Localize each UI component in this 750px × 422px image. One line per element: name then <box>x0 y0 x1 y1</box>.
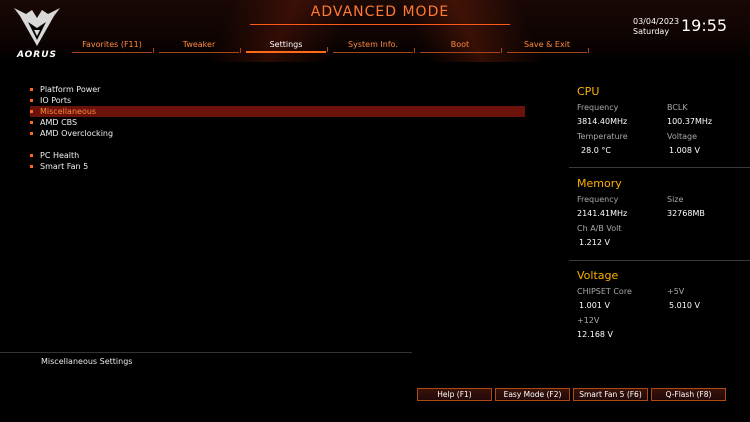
cpu-voltage-label: Voltage <box>667 132 698 141</box>
p5v-label: +5V <box>667 287 685 296</box>
mode-title: ADVANCED MODE <box>250 0 510 25</box>
menu-item-label: Miscellaneous <box>40 107 97 116</box>
tab-settings[interactable]: Settings <box>246 38 328 53</box>
divider <box>569 260 750 261</box>
bullet-icon <box>30 165 33 168</box>
cpu-title: CPU <box>577 85 600 98</box>
menu-item-label: Platform Power <box>40 85 101 94</box>
chipset-core-value: 1.001 V <box>579 301 610 310</box>
menu-item-smart-fan[interactable]: Smart Fan 5 <box>30 161 525 172</box>
menu-item-miscellaneous[interactable]: Miscellaneous <box>30 106 525 117</box>
tab-save-exit[interactable]: Save & Exit <box>507 38 589 53</box>
chipset-core-label: CHIPSET Core <box>577 287 632 296</box>
voltage-title: Voltage <box>577 269 619 282</box>
header-bar: AORUS ADVANCED MODE 03/04/2023 Saturday … <box>0 0 750 62</box>
menu-item-label: AMD Overclocking <box>40 129 114 138</box>
logo-text: AORUS <box>16 50 58 60</box>
bullet-icon <box>30 110 33 113</box>
description-divider <box>0 352 412 353</box>
tab-favorites[interactable]: Favorites (F11) <box>72 38 154 53</box>
menu-item-io-ports[interactable]: IO Ports <box>30 95 525 106</box>
day-text: Saturday <box>633 27 670 36</box>
cpu-frequency-label: Frequency <box>577 103 619 112</box>
qflash-button[interactable]: Q-Flash (F8) <box>651 388 726 401</box>
memory-section: Memory Frequency Size 2141.41MHz 32768MB… <box>569 176 750 256</box>
divider <box>569 167 750 168</box>
cpu-bclk-label: BCLK <box>667 103 688 112</box>
memory-volt-value: 1.212 V <box>579 238 610 247</box>
bullet-icon <box>30 121 33 124</box>
menu-spacer <box>30 139 525 150</box>
menu-item-label: AMD CBS <box>40 118 78 127</box>
memory-frequency-value: 2141.41MHz <box>577 209 628 218</box>
menu-item-platform-power[interactable]: Platform Power <box>30 84 525 95</box>
eagle-icon <box>14 8 60 46</box>
menu-item-label: IO Ports <box>40 96 72 105</box>
settings-menu: Platform Power IO Ports Miscellaneous AM… <box>30 84 525 172</box>
tab-tweaker[interactable]: Tweaker <box>159 38 241 53</box>
item-description: Miscellaneous Settings <box>41 357 133 366</box>
cpu-frequency-value: 3814.40MHz <box>577 117 628 126</box>
p12v-label: +12V <box>577 316 600 325</box>
p12v-value: 12.168 V <box>577 330 614 339</box>
menu-item-amd-cbs[interactable]: AMD CBS <box>30 117 525 128</box>
help-button[interactable]: Help (F1) <box>417 388 492 401</box>
aorus-logo: AORUS <box>12 6 62 60</box>
tab-system-info[interactable]: System Info. <box>333 38 415 53</box>
menu-item-label: PC Health <box>40 151 80 160</box>
cpu-bclk-value: 100.37MHz <box>667 117 713 126</box>
memory-size-label: Size <box>667 195 684 204</box>
cpu-temperature-label: Temperature <box>577 132 628 141</box>
memory-volt-label: Ch A/B Volt <box>577 224 622 233</box>
p5v-value: 5.010 V <box>669 301 700 310</box>
date-display: 03/04/2023 Saturday <box>633 17 679 37</box>
clock-time: 19:55 <box>681 16 728 35</box>
bullet-icon <box>30 99 33 102</box>
menu-item-pc-health[interactable]: PC Health <box>30 150 525 161</box>
easy-mode-button[interactable]: Easy Mode (F2) <box>495 388 570 401</box>
menu-item-amd-overclocking[interactable]: AMD Overclocking <box>30 128 525 139</box>
memory-size-value: 32768MB <box>667 209 705 218</box>
tab-boot[interactable]: Boot <box>420 38 502 53</box>
date-text: 03/04/2023 <box>633 17 680 26</box>
bullet-icon <box>30 88 33 91</box>
memory-frequency-label: Frequency <box>577 195 619 204</box>
voltage-section: Voltage CHIPSET Core +5V 1.001 V 5.010 V… <box>569 268 750 348</box>
smart-fan-button[interactable]: Smart Fan 5 (F6) <box>573 388 648 401</box>
bullet-icon <box>30 132 33 135</box>
cpu-voltage-value: 1.008 V <box>669 146 700 155</box>
cpu-temperature-value: 28.0 °C <box>581 146 611 155</box>
memory-title: Memory <box>577 177 622 190</box>
cpu-section: CPU Frequency BCLK 3814.40MHz 100.37MHz … <box>569 84 750 164</box>
bullet-icon <box>30 154 33 157</box>
menu-item-label: Smart Fan 5 <box>40 162 89 171</box>
